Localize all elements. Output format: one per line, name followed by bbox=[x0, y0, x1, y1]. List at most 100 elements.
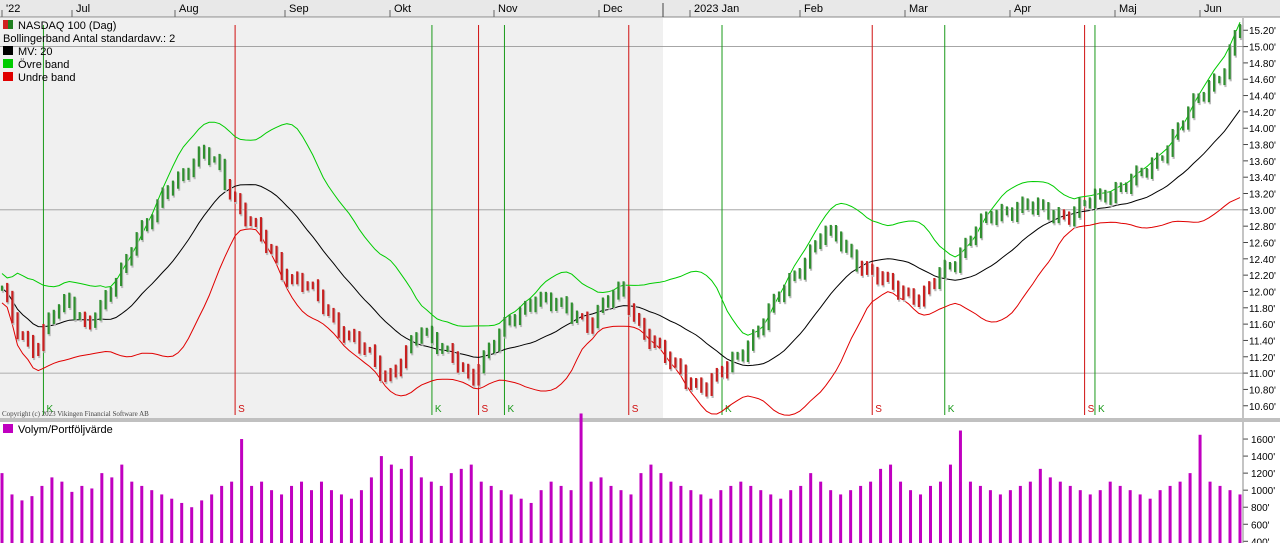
price-panel-history-shade bbox=[0, 18, 663, 418]
volume-bar bbox=[170, 498, 174, 543]
volume-bar bbox=[599, 477, 603, 543]
volume-bar bbox=[349, 498, 353, 543]
volume-bar bbox=[130, 481, 134, 543]
volume-bar bbox=[10, 494, 14, 543]
volume-bar bbox=[948, 464, 952, 543]
volume-bar bbox=[329, 490, 333, 543]
volume-bar bbox=[160, 494, 164, 543]
legend-label-bollinger: Bollingerband Antal standardavv.: 2 bbox=[3, 33, 175, 45]
volume-bar bbox=[429, 481, 433, 543]
panel-divider bbox=[0, 418, 1280, 422]
volume-bar bbox=[1198, 434, 1202, 543]
volume-bar bbox=[30, 496, 34, 543]
volume-bar bbox=[100, 473, 104, 543]
price-tick-label: 15.20' bbox=[1249, 26, 1276, 37]
volume-bar bbox=[300, 481, 304, 543]
legend-swatch-volume bbox=[3, 424, 13, 433]
price-tick-label: 14.00' bbox=[1249, 124, 1276, 135]
volume-bar bbox=[0, 473, 4, 543]
date-tick-label: Dec bbox=[603, 3, 623, 15]
volume-bar bbox=[619, 490, 623, 543]
volume-bar bbox=[869, 481, 873, 543]
legend-label-ohlc: NASDAQ 100 (Dag) bbox=[18, 20, 116, 32]
volume-bar bbox=[359, 490, 363, 543]
volume-bar bbox=[80, 485, 84, 543]
volume-bar bbox=[1038, 468, 1042, 543]
volume-bar bbox=[589, 481, 593, 543]
volume-bar bbox=[509, 494, 513, 543]
volume-bar bbox=[1028, 481, 1032, 543]
copyright-text: Copyright (c) 2023 Vikingen Financial So… bbox=[2, 410, 149, 418]
price-tick-label: 13.00' bbox=[1249, 206, 1276, 217]
volume-bar bbox=[310, 490, 313, 543]
volume-tick-label: 1600' bbox=[1251, 435, 1275, 446]
signal-label: S bbox=[482, 404, 489, 415]
volume-bar bbox=[919, 494, 923, 543]
legend-swatch-lower bbox=[3, 72, 13, 81]
volume-bar bbox=[1188, 473, 1192, 543]
volume-bar bbox=[1158, 490, 1162, 543]
volume-bar bbox=[270, 490, 274, 543]
volume-bar bbox=[150, 490, 154, 543]
volume-bar bbox=[260, 481, 264, 543]
volume-bar bbox=[339, 494, 343, 543]
price-tick-label: 11.80' bbox=[1249, 304, 1275, 315]
volume-bar bbox=[1208, 481, 1212, 543]
volume-axis: 1600' 1400' 1200' 1000' 800' 600' 400' bbox=[1243, 435, 1275, 543]
price-tick-label: 14.20' bbox=[1249, 108, 1276, 119]
date-tick-label: Aug bbox=[179, 3, 199, 15]
signal-label: K bbox=[948, 404, 955, 415]
volume-bar bbox=[1178, 481, 1182, 543]
volume-tick-label: 1200' bbox=[1251, 469, 1275, 480]
price-tick-label: 10.80' bbox=[1249, 385, 1276, 396]
price-tick-label: 13.20' bbox=[1249, 190, 1276, 201]
volume-bar bbox=[909, 490, 913, 543]
volume-bar bbox=[929, 485, 932, 543]
volume-bar bbox=[439, 485, 443, 543]
volume-bar bbox=[889, 464, 893, 543]
price-tick-label: 11.40' bbox=[1249, 336, 1275, 347]
volume-bar bbox=[539, 490, 543, 543]
volume-bar bbox=[40, 485, 44, 543]
volume-bar bbox=[659, 473, 663, 543]
volume-bar bbox=[559, 485, 563, 543]
volume-bar bbox=[1088, 494, 1092, 543]
volume-bar bbox=[529, 502, 533, 543]
volume-bar bbox=[829, 490, 833, 543]
date-tick-label: Jun bbox=[1204, 3, 1222, 15]
volume-bar bbox=[779, 498, 783, 543]
volume-bar bbox=[60, 481, 64, 543]
volume-legend: Volym/Portföljvärde bbox=[3, 424, 113, 436]
price-tick-label: 11.00' bbox=[1249, 369, 1275, 380]
price-tick-label: 12.20' bbox=[1249, 271, 1276, 282]
legend-label-lower: Undre band bbox=[18, 72, 76, 84]
volume-bar bbox=[220, 485, 224, 543]
price-tick-label: 12.40' bbox=[1249, 255, 1276, 266]
volume-bar bbox=[749, 485, 753, 543]
volume-bar bbox=[689, 490, 693, 543]
signal-label: K bbox=[725, 404, 732, 415]
volume-bar bbox=[120, 464, 124, 543]
volume-bar bbox=[1118, 485, 1122, 543]
volume-bar bbox=[1098, 490, 1102, 543]
legend-swatch-mv bbox=[3, 46, 13, 55]
date-tick-label: Sep bbox=[289, 3, 309, 15]
volume-bar bbox=[968, 481, 972, 543]
price-tick-label: 11.20' bbox=[1249, 353, 1275, 364]
volume-tick-label: 1400' bbox=[1251, 452, 1275, 463]
volume-bar bbox=[240, 439, 244, 543]
volume-bar bbox=[1068, 485, 1072, 543]
volume-bar bbox=[230, 481, 234, 543]
legend-label-mv: MV: 20 bbox=[18, 46, 52, 58]
volume-bar bbox=[459, 468, 463, 543]
volume-bar bbox=[988, 490, 992, 543]
volume-bar bbox=[1108, 481, 1112, 543]
volume-bar bbox=[1008, 490, 1012, 543]
date-tick-label: Okt bbox=[394, 3, 411, 15]
volume-bar bbox=[819, 481, 823, 543]
volume-bar bbox=[1048, 477, 1052, 543]
price-tick-label: 14.60' bbox=[1249, 75, 1276, 86]
volume-bar bbox=[1128, 490, 1132, 543]
volume-bar bbox=[1058, 481, 1062, 543]
date-tick-label: '22 bbox=[6, 3, 20, 15]
